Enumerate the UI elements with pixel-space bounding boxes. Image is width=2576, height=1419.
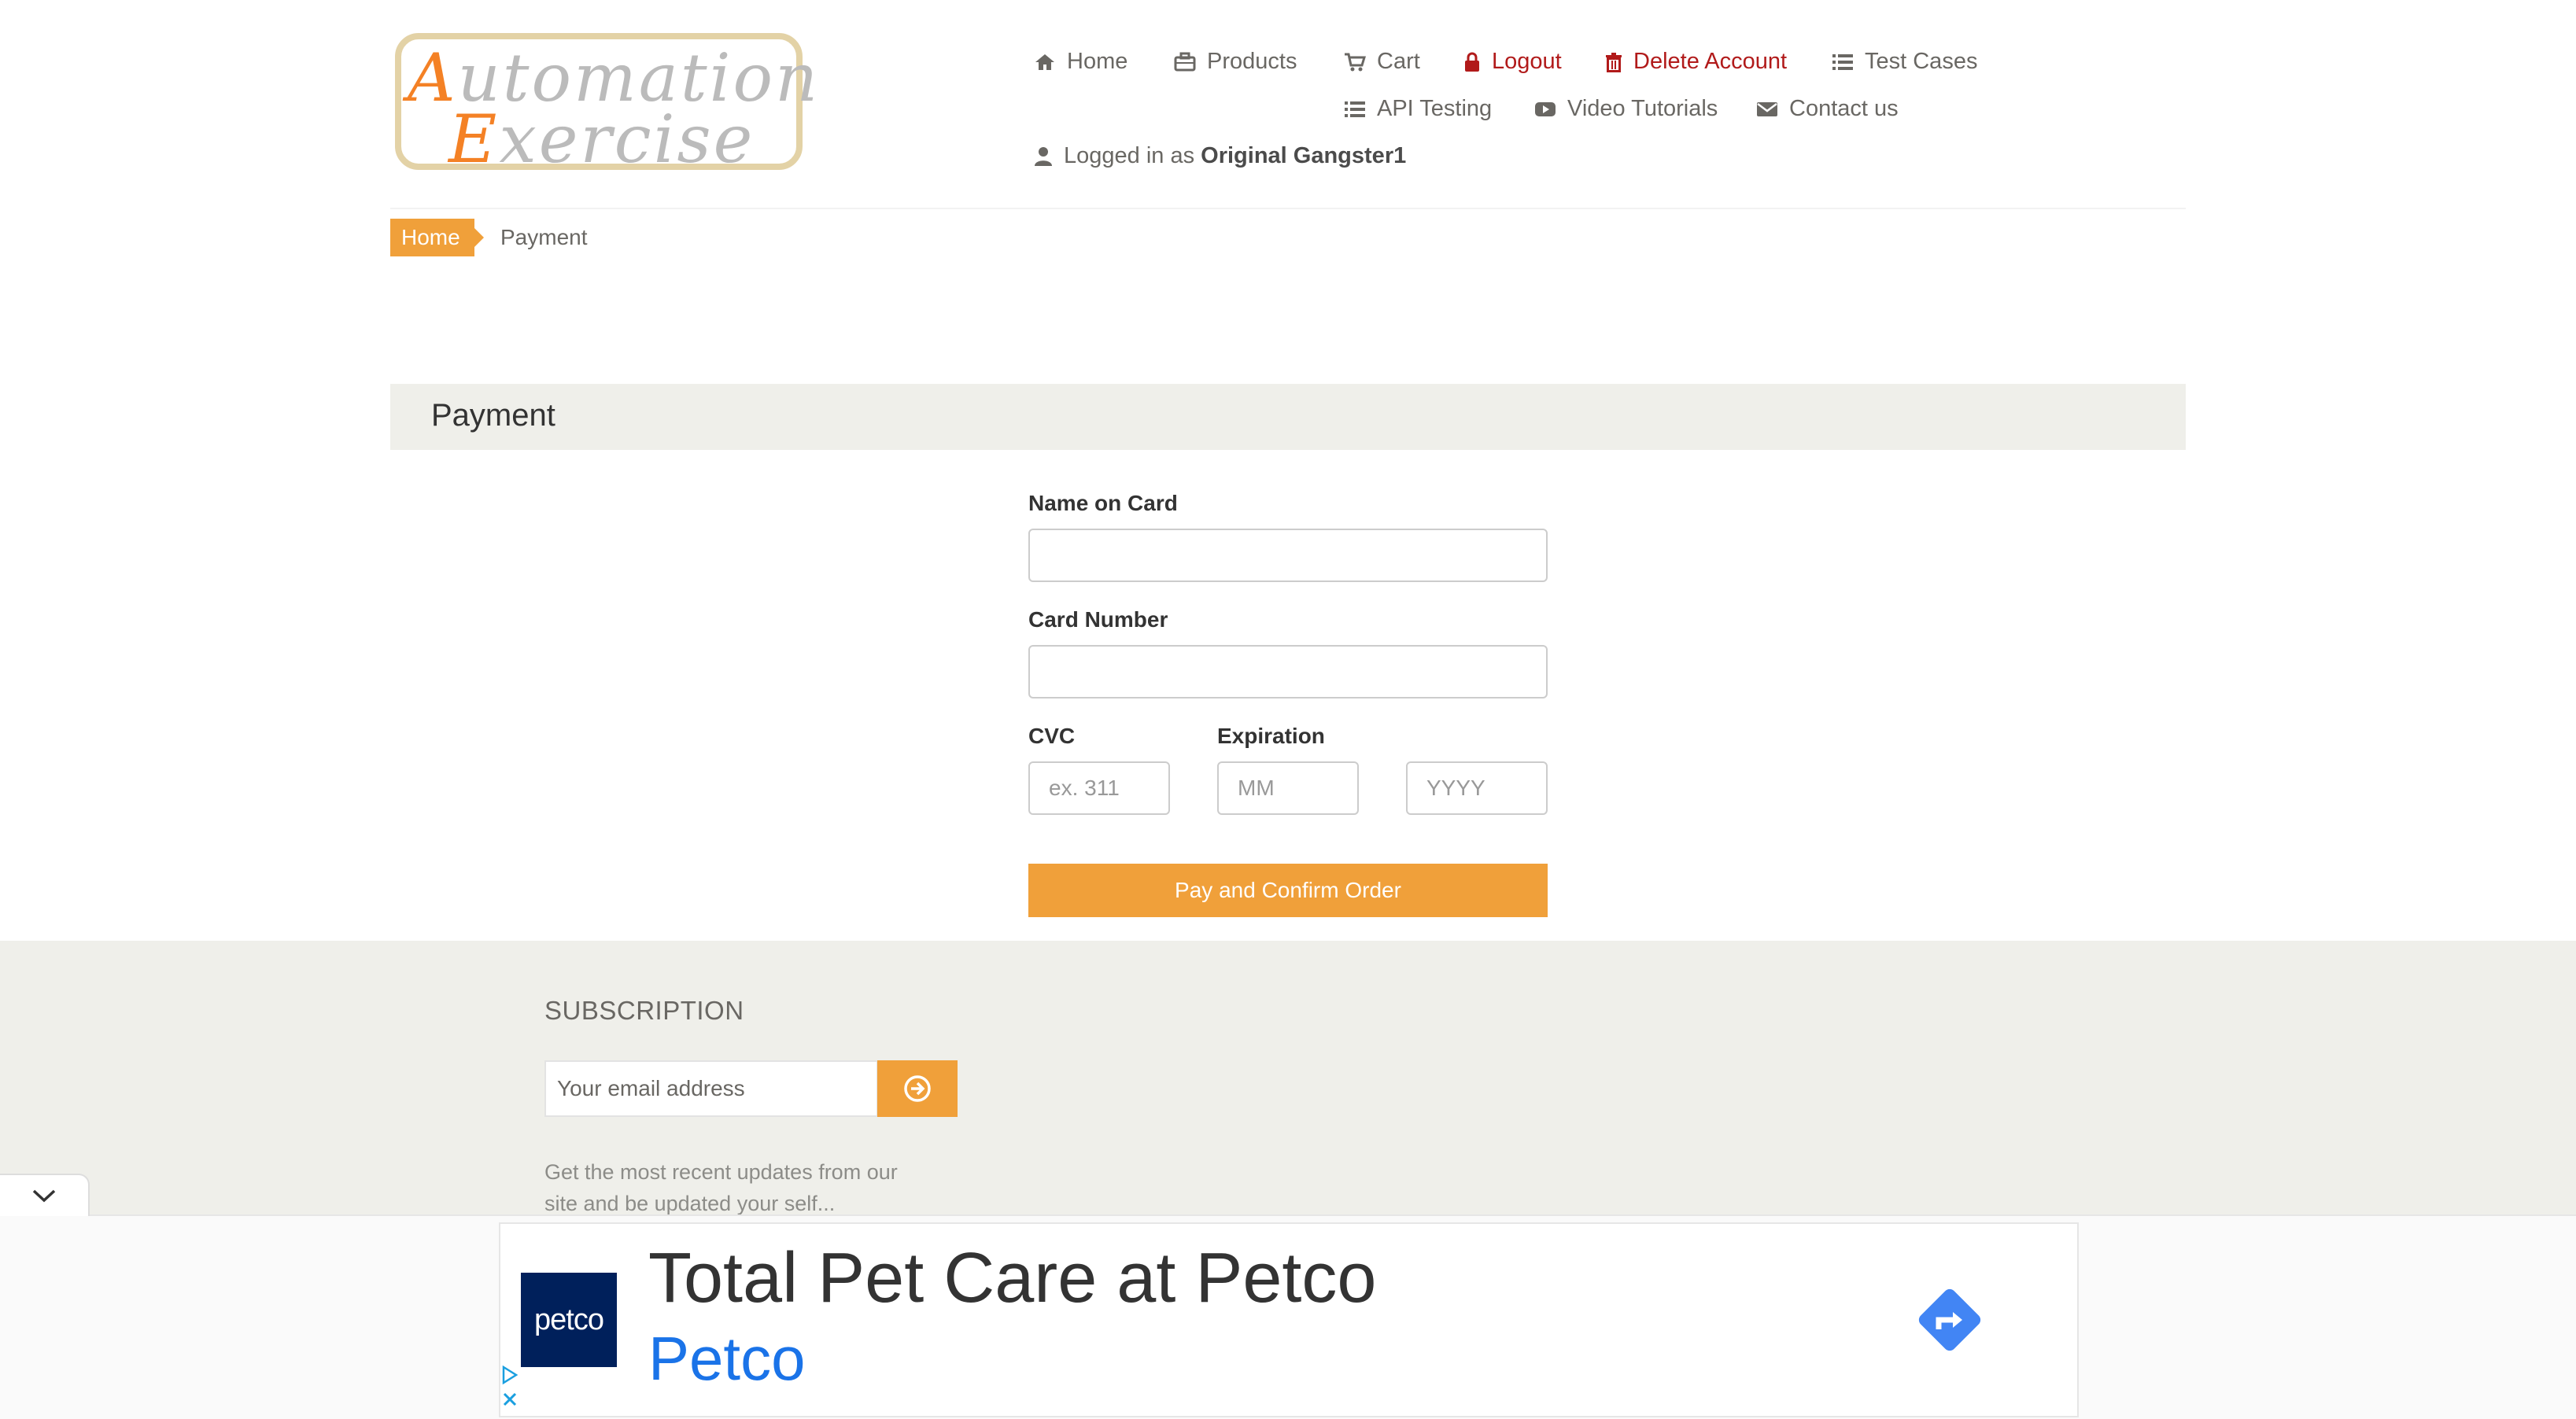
trash-icon [1606, 52, 1622, 72]
briefcase-icon [1174, 52, 1196, 71]
ad-choices-icon[interactable] [500, 1365, 519, 1417]
home-icon [1035, 53, 1054, 70]
nav-contact-us[interactable]: Contact us [1756, 96, 1899, 122]
page-title: Payment [431, 398, 555, 433]
nav-home[interactable]: Home [1034, 49, 1127, 75]
nav-home-label: Home [1067, 49, 1128, 74]
logo-text-line2: Exercise [448, 101, 755, 178]
nav-logout[interactable]: Logout [1463, 49, 1562, 75]
payment-heading-bar [390, 384, 2186, 450]
petco-logo[interactable]: petco [521, 1273, 617, 1367]
nav-cart[interactable]: Cart [1344, 49, 1420, 75]
list-icon [1832, 53, 1853, 70]
list-icon [1345, 101, 1365, 117]
expiry-year-input[interactable] [1406, 761, 1548, 815]
nav-delete-account-label: Delete Account [1633, 49, 1788, 74]
pay-and-confirm-button[interactable]: Pay and Confirm Order [1028, 864, 1548, 917]
header-divider [390, 208, 2186, 209]
nav-api-testing[interactable]: API Testing [1344, 96, 1492, 122]
nav-contact-us-label: Contact us [1789, 96, 1899, 121]
ad-collapse-tab[interactable] [0, 1174, 90, 1216]
nav-video-tutorials-label: Video Tutorials [1567, 96, 1718, 121]
subscribe-button[interactable] [877, 1060, 958, 1117]
expiry-month-input[interactable] [1217, 761, 1359, 815]
logged-in-username: Original Gangster1 [1201, 143, 1407, 168]
nav-video-tutorials[interactable]: Video Tutorials [1534, 96, 1718, 122]
arrow-circle-right-icon [904, 1075, 931, 1102]
nav-logout-label: Logout [1492, 49, 1562, 74]
subscription-description: Get the most recent updates from our sit… [544, 1160, 898, 1215]
lock-icon [1465, 52, 1479, 72]
nav-products-label: Products [1207, 49, 1297, 74]
name-on-card-label: Name on Card [1028, 491, 1178, 515]
cvc-input[interactable] [1028, 761, 1170, 815]
envelope-icon [1757, 101, 1777, 116]
expiration-label: Expiration [1217, 724, 1325, 748]
breadcrumb-current: Payment [500, 225, 588, 249]
ad-brand[interactable]: Petco [648, 1323, 805, 1395]
logged-in-prefix: Logged in as [1064, 143, 1195, 168]
nav-delete-account[interactable]: Delete Account [1605, 49, 1787, 75]
logged-in-status: Logged in as Original Gangster1 [1034, 143, 1406, 169]
nav-cart-label: Cart [1377, 49, 1420, 74]
nav-api-testing-label: API Testing [1377, 96, 1493, 121]
cvc-label: CVC [1028, 724, 1076, 748]
subscription-title: SUBSCRIPTION [544, 996, 744, 1025]
cart-icon [1345, 53, 1366, 71]
nav-products[interactable]: Products [1174, 49, 1297, 75]
chevron-down-icon [32, 1189, 56, 1203]
nav-test-cases[interactable]: Test Cases [1832, 49, 1977, 75]
directions-icon[interactable] [1910, 1281, 1989, 1359]
subscription-email-input[interactable] [544, 1060, 878, 1117]
card-number-label: Card Number [1028, 607, 1168, 632]
nav-test-cases-label: Test Cases [1865, 49, 1978, 74]
youtube-play-icon [1535, 101, 1556, 116]
ad-headline[interactable]: Total Pet Care at Petco [648, 1238, 1377, 1319]
user-icon [1035, 146, 1052, 166]
breadcrumb-home[interactable]: Home [390, 219, 484, 256]
card-number-input[interactable] [1028, 645, 1548, 698]
name-on-card-input[interactable] [1028, 529, 1548, 582]
